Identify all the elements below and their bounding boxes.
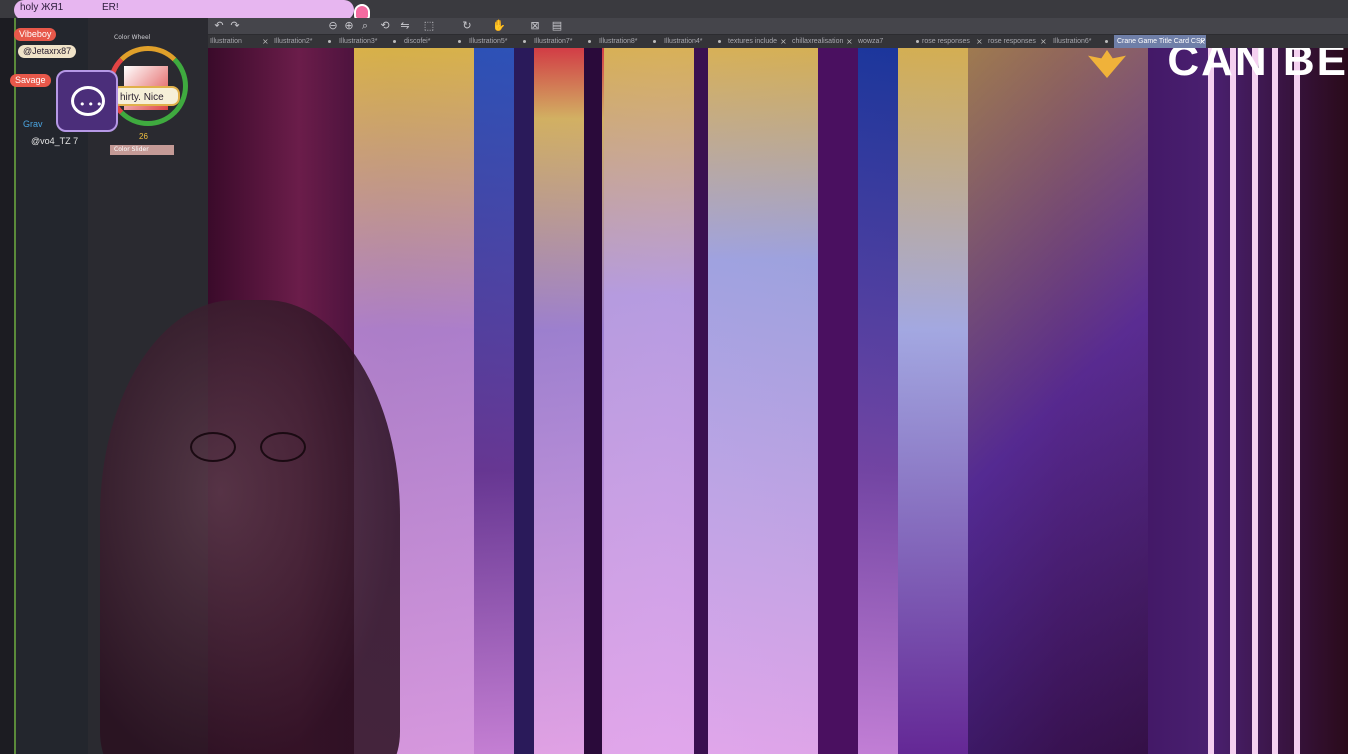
modified-dot-icon (458, 40, 461, 43)
canvas-stripe (694, 48, 708, 754)
document-tabs: Illustration × Illustration2* Illustrati… (208, 35, 1348, 48)
canvas-stripe (1208, 48, 1214, 754)
tab-illustration6[interactable]: Illustration6* (1053, 35, 1103, 48)
chat-pill-savage: Savage (10, 74, 51, 87)
tab-crane-game-title-card[interactable]: Crane Game Title Card CSP (1114, 35, 1206, 48)
canvas-stripe (604, 48, 694, 754)
canvas-logo-text: CAN BE (1167, 48, 1348, 85)
modified-dot-icon (718, 40, 721, 43)
flip-icon[interactable]: ⇋ (398, 19, 412, 33)
color-wheel-label: Color Wheel (114, 34, 151, 41)
chat-message-bar: holy ЖЯ1 ER! (14, 0, 370, 20)
chat-mention: @vo4_TZ 7 (31, 136, 79, 146)
tab-wowza7[interactable]: wowza7 (858, 35, 918, 48)
tab-illustration8[interactable]: Illustration8* (599, 35, 651, 48)
rotate-icon[interactable]: ⟲ (378, 19, 392, 33)
close-icon[interactable]: × (846, 35, 853, 48)
webcam-person (100, 300, 400, 754)
canvas-stripe (818, 48, 858, 754)
glasses-lens-left (190, 432, 236, 462)
redo-icon[interactable]: ↷ (228, 19, 242, 33)
left-tool-rail[interactable] (0, 18, 16, 754)
tab-discofei[interactable]: discofei* (404, 35, 456, 48)
app-window: holy ЖЯ1 ER! Color Wheel Color Slider Vi… (0, 0, 1348, 754)
tab-illustration[interactable]: Illustration (210, 35, 260, 48)
canvas-stripe (1294, 48, 1300, 754)
canvas-stripe (474, 48, 514, 754)
canvas-stripe (1252, 48, 1258, 754)
close-icon[interactable]: × (1199, 35, 1206, 48)
chat-username: holy ЖЯ1 (20, 2, 64, 13)
tab-illustration7[interactable]: Illustration7* (534, 35, 586, 48)
canvas-stripe (584, 48, 602, 754)
modified-dot-icon (653, 40, 656, 43)
color-slider-label: Color Slider (110, 145, 174, 155)
modified-dot-icon (523, 40, 526, 43)
tab-rose-responses-1[interactable]: rose responses (922, 35, 976, 48)
modified-dot-icon (328, 40, 331, 43)
tab-illustration4[interactable]: Illustration4* (664, 35, 716, 48)
close-icon[interactable]: × (262, 35, 269, 48)
canvas-stripe (1230, 48, 1236, 754)
rotate-view-icon[interactable]: ↻ (460, 19, 474, 33)
glasses-lens-right (260, 432, 306, 462)
canvas-stripe (1272, 48, 1278, 754)
chat-pill-vibeboy: Vibeboy (14, 28, 57, 41)
close-icon[interactable]: × (1040, 35, 1047, 48)
close-icon[interactable]: × (976, 35, 983, 48)
transform-icon[interactable]: ⬚ (422, 19, 436, 33)
layer-icon[interactable]: ▤ (550, 19, 564, 33)
modified-dot-icon (588, 40, 591, 43)
chat-count: 26 (139, 132, 148, 141)
zoom-out-icon[interactable]: ⊖ (326, 19, 340, 33)
canvas-stripe (708, 48, 818, 754)
undo-icon[interactable]: ↶ (212, 19, 226, 33)
toolbar: ↶ ↷ ⊖ ⊕ ⌕ ⟲ ⇋ ⬚ ↻ ✋ ⊠ ▤ (208, 18, 1348, 35)
canvas-stripe (858, 48, 898, 754)
hand-icon[interactable]: ✋ (492, 19, 506, 33)
modified-dot-icon (1105, 40, 1108, 43)
close-icon[interactable]: × (780, 35, 787, 48)
tab-illustration2[interactable]: Illustration2* (274, 35, 326, 48)
zoom-fit-icon[interactable]: ⌕ (358, 19, 372, 33)
tab-textures[interactable]: textures include (728, 35, 778, 48)
chat-pill-mention: @Jetaxrx87 (18, 45, 77, 58)
canvas-stripe (514, 48, 534, 754)
modified-dot-icon (393, 40, 396, 43)
canvas-stripe (898, 48, 968, 754)
tab-illustration5[interactable]: Illustration5* (469, 35, 521, 48)
tab-chillax[interactable]: chillaxrealisation (792, 35, 844, 48)
tab-rose-responses-2[interactable]: rose responses (988, 35, 1040, 48)
zoom-in-icon[interactable]: ⊕ (342, 19, 356, 33)
fit-window-icon[interactable]: ⊠ (528, 19, 542, 33)
assistant-icon[interactable]: ••• (56, 70, 118, 132)
canvas-stripe (968, 48, 1148, 754)
chat-line-grav: Grav (23, 119, 43, 129)
tab-illustration3[interactable]: Illustration3* (339, 35, 391, 48)
speech-dots-icon: ••• (79, 98, 105, 111)
chat-message: ER! (102, 2, 119, 13)
modified-dot-icon (916, 40, 919, 43)
chat-bubble: hirty. Nice (112, 86, 180, 106)
